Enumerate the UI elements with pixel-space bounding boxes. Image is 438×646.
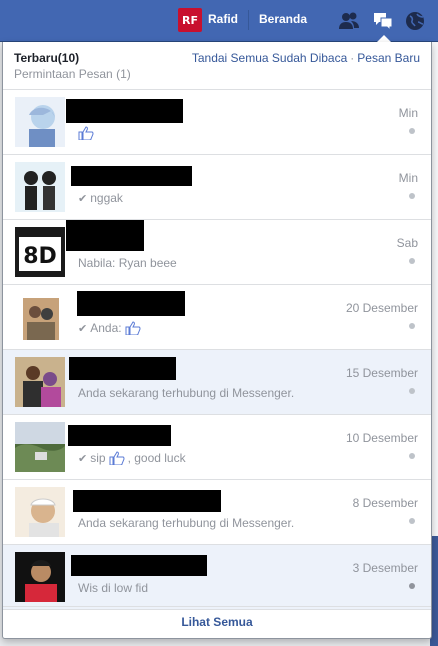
mark-all-read-link[interactable]: Tandai Semua Sudah Dibaca [192,51,347,65]
read-dot-icon[interactable] [409,518,415,524]
actions-separator: · [350,51,355,65]
message-date: 3 Desember [352,561,418,575]
conversation-row[interactable]: ✔ sip , good luck 10 Desember [3,415,431,480]
contact-avatar [15,162,65,212]
message-preview: Wis di low fid [78,581,148,595]
conversation-list: Min ✔ nggak Min 8D Nabila: Ryan beee Sab… [3,90,431,610]
svg-text:8D: 8D [23,244,57,269]
see-all-footer: Lihat Semua [3,606,431,638]
message-preview: ✔ sip , good luck [78,451,186,465]
contact-avatar: 8D [15,227,65,277]
read-dot-icon[interactable] [409,583,415,589]
message-date: Min [398,106,418,120]
conversation-row[interactable]: Anda sekarang terhubung di Messenger. 15… [3,350,431,415]
read-dot-icon[interactable] [409,193,415,199]
sent-check-icon: ✔ [78,452,88,465]
notifications-globe-icon[interactable] [404,10,426,32]
message-preview-text: nggak [90,191,123,205]
sent-check-icon: ✔ [78,322,88,335]
message-preview: Nabila: Ryan beee [78,256,177,270]
redacted-contact-name [71,166,192,186]
read-dot-icon[interactable] [409,453,415,459]
message-requests-label[interactable]: Permintaan Pesan [14,67,113,81]
recent-title[interactable]: Terbaru [14,51,58,65]
sent-check-icon: ✔ [78,192,88,205]
message-preview-text: Wis di low fid [78,581,149,595]
nav-divider [248,10,249,30]
conversation-row[interactable]: Min [3,90,431,155]
message-preview-text: Nabila: Ryan beee [78,256,177,270]
message-preview [78,126,97,140]
read-dot-icon[interactable] [409,323,415,329]
user-avatar[interactable]: RF [178,8,202,32]
friend-requests-icon[interactable] [338,10,360,32]
contact-avatar [15,292,65,342]
messages-icon[interactable] [372,10,394,32]
message-requests-tab[interactable]: Permintaan Pesan (1) [14,67,131,81]
like-thumb-icon [109,451,125,465]
redacted-contact-name [71,555,207,576]
like-thumb-icon [78,126,94,140]
read-dot-icon[interactable] [409,258,415,264]
message-preview-text: sip [90,451,106,465]
message-requests-count: (1) [116,67,131,81]
user-name-link[interactable]: Rafid [208,12,238,26]
redacted-contact-name [69,357,176,380]
conversation-row[interactable]: 8D Nabila: Ryan beee Sab [3,220,431,285]
redacted-contact-name [66,220,144,251]
message-date: Min [398,171,418,185]
top-navigation-bar: RF Rafid Beranda [0,0,438,43]
header-actions: Tandai Semua Sudah Dibaca · Pesan Baru [192,51,420,65]
message-date: 20 Desember [345,301,418,315]
message-preview-text: Anda sekarang terhubung di Messenger. [78,386,295,400]
new-message-link[interactable]: Pesan Baru [357,51,420,65]
home-link[interactable]: Beranda [259,12,307,26]
message-date: 15 Desember [345,366,418,380]
message-date: Sab [396,236,418,250]
recent-count: (10) [57,51,80,65]
redacted-contact-name [73,490,221,512]
contact-avatar [15,97,65,147]
redacted-contact-name [77,291,185,316]
read-dot-icon[interactable] [409,128,415,134]
recent-tab[interactable]: Terbaru(10) [14,51,79,65]
message-date: 10 Desember [345,431,418,445]
message-preview: ✔ nggak [78,191,123,205]
conversation-row[interactable]: Anda sekarang terhubung di Messenger. 8 … [3,480,431,545]
message-preview-text: Anda sekarang terhubung di Messenger. [78,516,295,530]
contact-avatar [15,422,65,472]
message-preview-text: Anda: [90,321,122,335]
message-date: 8 Desember [352,496,418,510]
message-preview: Anda sekarang terhubung di Messenger. [78,386,294,400]
read-dot-icon[interactable] [409,388,415,394]
messages-header: Terbaru(10) Permintaan Pesan (1) Tandai … [3,42,431,90]
conversation-row[interactable]: ✔ nggak Min [3,155,431,220]
contact-avatar [15,552,65,602]
message-preview-text-tail: , good luck [127,451,186,465]
conversation-row[interactable]: Wis di low fid 3 Desember [3,545,431,610]
messages-dropdown: Terbaru(10) Permintaan Pesan (1) Tandai … [2,42,432,639]
redacted-contact-name [68,425,171,446]
contact-avatar [15,487,65,537]
like-thumb-icon [125,321,141,335]
see-all-link[interactable]: Lihat Semua [181,615,252,629]
contact-avatar [15,357,65,407]
message-preview: ✔ Anda: [78,321,141,335]
redacted-contact-name [66,99,183,123]
message-preview: Anda sekarang terhubung di Messenger. [78,516,294,530]
conversation-row[interactable]: ✔ Anda: 20 Desember [3,285,431,350]
